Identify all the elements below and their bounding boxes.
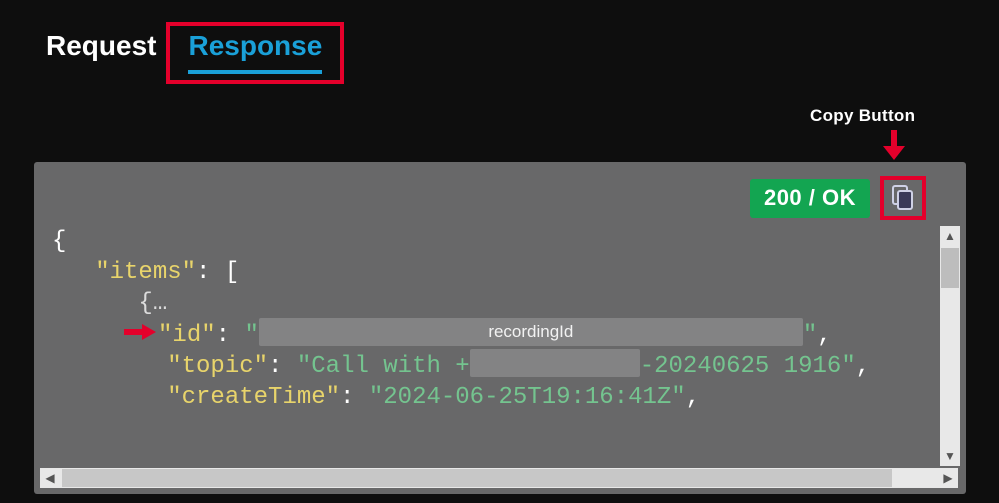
annotation-copy-label: Copy Button	[810, 106, 915, 126]
json-bracket-open: [	[225, 259, 239, 286]
json-colon: :	[196, 259, 225, 286]
json-brace-open: {	[52, 228, 66, 255]
json-comma: ,	[856, 353, 870, 380]
vertical-scrollbar[interactable]: ▲ ▼	[940, 226, 960, 466]
response-body[interactable]: { "items": [ {… "id": "recordingId", "to…	[40, 226, 938, 466]
tab-response-underline	[188, 70, 322, 74]
horizontal-scrollbar[interactable]: ◀ ▶	[40, 468, 958, 488]
json-comma: ,	[817, 322, 831, 349]
json-key-items: "items"	[95, 259, 196, 286]
horizontal-scroll-thumb[interactable]	[62, 469, 892, 487]
status-row: 200 / OK	[750, 176, 926, 220]
response-panel: 200 / OK { "items": [ {… "id": "recordin…	[34, 162, 966, 494]
tab-response[interactable]: Response	[188, 30, 322, 66]
chevron-down-icon: ▼	[944, 450, 956, 462]
annotation-arrow-id	[124, 324, 156, 340]
redacted-phone-number	[470, 349, 640, 377]
json-comma: ,	[686, 384, 700, 411]
json-value-createtime: "2024-06-25T19:16:41Z"	[369, 384, 686, 411]
tab-request[interactable]: Request	[40, 22, 162, 72]
chevron-up-icon: ▲	[944, 230, 956, 242]
json-quote: "	[244, 322, 258, 349]
json-value-topic-suffix: -20240625 1916"	[640, 353, 856, 380]
json-key-id: "id"	[158, 322, 216, 349]
status-badge: 200 / OK	[750, 179, 870, 218]
json-object-collapsed[interactable]: {…	[138, 290, 167, 317]
json-key-createtime: "createTime"	[167, 384, 340, 411]
annotation-highlight-copy	[880, 176, 926, 220]
chevron-left-icon: ◀	[45, 472, 54, 484]
json-quote: "	[803, 322, 817, 349]
annotation-copy-arrow	[885, 130, 903, 158]
copy-icon	[892, 185, 914, 211]
json-key-topic: "topic"	[167, 353, 268, 380]
json-colon: :	[340, 384, 369, 411]
annotation-highlight-response: Response	[166, 22, 344, 84]
scroll-up-button[interactable]: ▲	[940, 226, 960, 246]
scroll-left-button[interactable]: ◀	[40, 468, 60, 488]
json-colon: :	[216, 322, 245, 349]
vertical-scroll-thumb[interactable]	[941, 248, 959, 288]
code-area: { "items": [ {… "id": "recordingId", "to…	[40, 226, 960, 488]
scroll-down-button[interactable]: ▼	[940, 446, 960, 466]
chevron-right-icon: ▶	[943, 472, 952, 484]
copy-button[interactable]	[889, 183, 917, 213]
redacted-recording-id: recordingId	[259, 318, 803, 346]
scroll-right-button[interactable]: ▶	[938, 468, 958, 488]
json-value-topic-prefix: "Call with +	[297, 353, 470, 380]
json-colon: :	[268, 353, 297, 380]
tabs-row: Request Response	[40, 22, 344, 84]
